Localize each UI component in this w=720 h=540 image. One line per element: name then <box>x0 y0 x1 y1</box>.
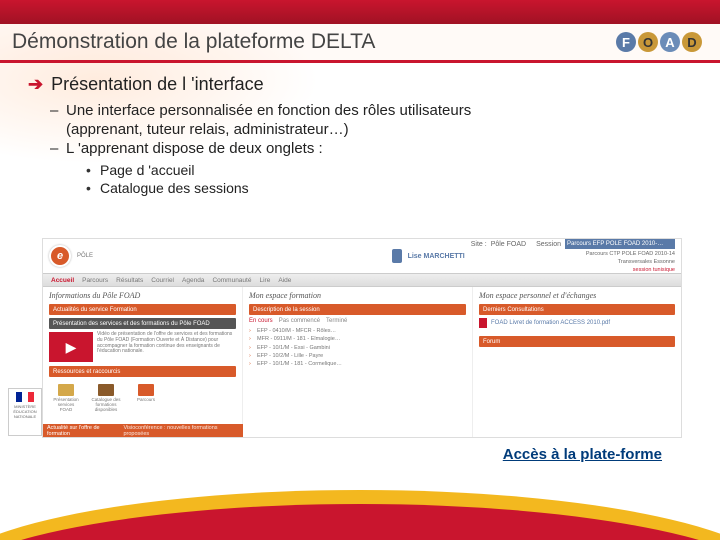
ss-tab-pascommence[interactable]: Pas commencé <box>279 318 320 324</box>
ss-pdf-icon <box>479 318 487 328</box>
ss-site-label: Site : <box>471 241 487 248</box>
ss-res-1[interactable]: Présentation services FOAD <box>51 384 81 412</box>
ss-file-link[interactable]: FOAD Livret de formation ACCESS 2010.pdf <box>479 318 675 328</box>
ss-course-4[interactable]: EFP - 10/2/M - Lille - Payre <box>249 352 466 360</box>
ss-nav-aide[interactable]: Aide <box>278 277 291 284</box>
ss-nav-accueil[interactable]: Accueil <box>51 277 74 284</box>
ss-header: e PÔLE Lise MARCHETTI Site : Pôle FOAD S… <box>43 239 681 273</box>
ss-presentation-text: Vidéo de présentation de l'offre de serv… <box>97 332 236 362</box>
ss-band-forum: Forum <box>479 336 675 347</box>
access-platform-link[interactable]: Accès à la plate-forme <box>503 446 662 463</box>
ss-column-personnel: Mon espace personnel et d'échanges Derni… <box>473 287 681 437</box>
ss-tab-encours[interactable]: En cours <box>249 318 273 324</box>
logo-letter-f: F <box>616 32 636 52</box>
logo-letter-a: A <box>660 32 680 52</box>
ss-education-logo-icon: e <box>49 245 71 267</box>
ss-pole-text: PÔLE <box>77 253 93 259</box>
bullet-2: L 'apprenant dispose de deux onglets : <box>50 139 700 158</box>
ss-site-value: Pôle FOAD <box>491 241 526 248</box>
ss-band-docs: Derniers Consultations <box>479 304 675 315</box>
ss-doc-icon <box>58 384 74 396</box>
title-underline <box>0 60 720 63</box>
content-area: ➔ Présentation de l 'interface Une inter… <box>28 74 700 197</box>
ss-username: Lise MARCHETTI <box>408 253 465 260</box>
ss-nav-agenda[interactable]: Agenda <box>182 277 204 284</box>
ss-col3-title: Mon espace personnel et d'échanges <box>479 291 675 300</box>
ss-actualite-bar: Actualité sur l'offre de formation Visio… <box>43 424 243 437</box>
ss-course-5[interactable]: EFP - 10/1/M - 181 - Cormelique… <box>249 360 466 368</box>
embedded-screenshot: e PÔLE Lise MARCHETTI Site : Pôle FOAD S… <box>42 238 682 438</box>
sub-bullet-list: Page d 'accueil Catalogue des sessions <box>86 161 700 197</box>
bottom-swoosh-decoration <box>0 470 720 540</box>
section-heading: Présentation de l 'interface <box>51 74 264 95</box>
ss-course-list: EFP - 0410/M - MFCR - Rôles… MFR - 0911/… <box>249 327 466 368</box>
logo-letter-o: O <box>638 32 658 52</box>
bullet-1: Une interface personnalisée en fonction … <box>50 101 700 139</box>
ss-course-1[interactable]: EFP - 0410/M - MFCR - Rôles… <box>249 327 466 335</box>
ss-nav-lire[interactable]: Lire <box>259 277 270 284</box>
ss-column-formation: Mon espace formation Description de la s… <box>243 287 473 437</box>
ss-session-tunisique[interactable]: session tunisique <box>633 267 675 273</box>
slide-title: Démonstration de la plateforme DELTA <box>12 30 375 54</box>
top-red-band <box>0 0 720 24</box>
ss-avatar-icon <box>392 249 402 263</box>
ss-res-2[interactable]: Catalogue des formations disponibles <box>91 384 121 412</box>
ss-nav-communaute[interactable]: Communauté <box>212 277 251 284</box>
ss-session-label: Session <box>536 241 561 248</box>
ss-session-dropdown[interactable]: Parcours EFP POLE FOAD 2010-… <box>565 239 675 249</box>
foad-logo: F O A D <box>616 32 702 52</box>
ss-nav: Accueil Parcours Résultats Courriel Agen… <box>43 273 681 287</box>
france-flag-icon <box>16 392 34 402</box>
ss-session-sub2: Transversales Essonne <box>618 259 675 265</box>
ss-course-tabs: En cours Pas commencé Terminé <box>249 318 466 324</box>
arrow-right-icon: ➔ <box>28 74 43 95</box>
ss-nav-parcours[interactable]: Parcours <box>82 277 108 284</box>
ss-course-3[interactable]: EFP - 10/1/M - Essi - Gambini <box>249 344 466 352</box>
ministry-badge: MINISTÈREÉDUCATIONNATIONALE <box>8 388 42 436</box>
ss-nav-resultats[interactable]: Résultats <box>116 277 143 284</box>
ss-band-actualites: Actualités du service Formation <box>49 304 236 315</box>
sub-bullet-1: Page d 'accueil <box>86 161 700 179</box>
ss-course-2[interactable]: MFR - 0911/M - 181 - Elmalogie… <box>249 335 466 343</box>
ss-band-ressources: Ressources et raccourcis <box>49 366 236 377</box>
ss-column-info: Informations du Pôle FOAD Actualités du … <box>43 287 243 437</box>
ss-tab-termine[interactable]: Terminé <box>326 318 347 324</box>
ss-nav-courriel[interactable]: Courriel <box>151 277 174 284</box>
ss-video-play-icon[interactable]: ▶ <box>49 332 93 362</box>
ss-col1-title: Informations du Pôle FOAD <box>49 291 236 300</box>
ss-session-sub1: Parcours CTP POLE FOAD 2010-14 <box>586 251 675 257</box>
bullet-list: Une interface personnalisée en fonction … <box>50 101 700 159</box>
ss-book-icon <box>98 384 114 396</box>
logo-letter-d: D <box>682 32 702 52</box>
title-bar: Démonstration de la plateforme DELTA F O… <box>0 24 720 60</box>
ss-path-icon <box>138 384 154 396</box>
ss-band-presentation: Présentation des services et des formati… <box>49 318 236 329</box>
ss-col2-title: Mon espace formation <box>249 291 466 300</box>
ss-band-description: Description de la session <box>249 304 466 315</box>
ss-res-3[interactable]: Parcours <box>131 384 161 412</box>
sub-bullet-2: Catalogue des sessions <box>86 179 700 197</box>
